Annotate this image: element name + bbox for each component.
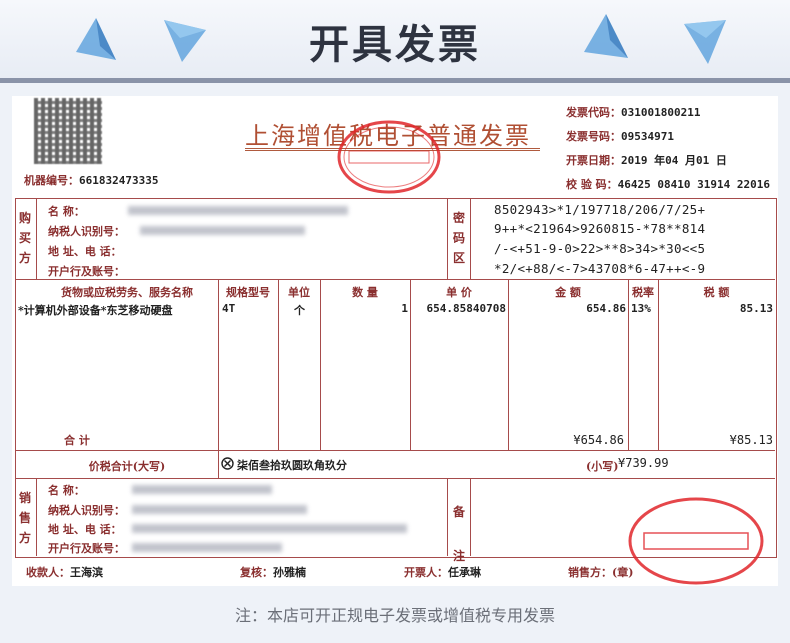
grand-total-small: ¥739.99 [618,456,669,470]
col-header-price: 单 价 [446,286,472,299]
banner-title: 开具发票 [309,22,481,68]
subtotal-tax: ¥85.13 [729,433,773,447]
cipher-line: *2/<+88/<-7>43708*6-47++<-9 [494,261,706,276]
invoice-number: 发票号码：09534971 [566,130,674,143]
col-header-tax: 税 额 [703,286,730,299]
seller-taxid-label: 纳税人识别号： [48,504,125,517]
seller-seal-label: 销售方：(章) [568,566,634,579]
seller-bank-label: 开户行及账号： [48,542,125,555]
item-unit: 个 [294,304,305,317]
col-header-qty: 数 量 [352,286,378,299]
cipher-line: 8502943>*1/197718/206/7/25+ [494,202,706,217]
col-header-unit: 单位 [288,286,310,299]
invoice-date: 开票日期：2019 年04 月01 日 [566,154,727,167]
buyer-side-label: 购买方 [18,211,31,265]
seller-address-label: 地 址、电 话： [48,523,122,536]
grand-total-uppercase: 柒佰叁拾玖圆玖角玖分 [237,459,347,472]
redacted-buyer-name [128,206,348,215]
buyer-bank-label: 开户行及账号： [48,265,125,278]
redacted-buyer-taxid [140,226,305,235]
invoice-code: 发票代码：031001800211 [566,106,701,119]
seller-side-label: 销售方 [18,491,31,545]
grand-total-small-label: (小写) [586,460,619,473]
redacted-seller-taxid [132,505,307,514]
cipher-area-label: 密码区 [452,211,465,265]
redacted-seller-address [132,524,407,533]
seller-name-label: 名 称： [48,484,85,497]
redacted-seller-bank [132,543,282,552]
footer-note: 注：本店可开正规电子发票或增值税专用发票 [234,606,555,625]
item-tax: 85.13 [739,302,773,315]
banner-divider [0,78,790,83]
seller-invoice-stamp [628,497,764,585]
item-qty: 1 [401,302,408,315]
buyer-taxid-label: 纳税人识别号： [48,225,125,238]
buyer-name-label: 名 称： [48,205,85,218]
check-code: 校 验 码：46425 08410 31914 22016 [566,178,770,191]
col-header-amount: 金 额 [555,286,581,299]
grand-total-label: 价税合计(大写) [88,460,166,473]
reviewer: 复核：孙雅楠 [240,566,306,579]
item-rate: 13% [631,302,651,315]
item-amount: 654.86 [586,302,626,315]
buyer-address-label: 地 址、电 话： [48,245,122,258]
redacted-seller-name [132,485,272,494]
item-spec: 4T [222,302,236,315]
qr-code-icon [34,98,102,164]
col-header-name: 货物或应税劳务、服务名称 [61,286,193,299]
payee: 收款人：王海滨 [26,566,103,579]
item-name: *计算机外部设备*东芝移动硬盘 [18,304,173,317]
subtotal-label: 合 计 [64,434,90,447]
cipher-line: 9++*<21964>9260815-*78**814 [494,221,706,236]
col-header-spec: 规格型号 [226,286,270,299]
drawer: 开票人：任承琳 [404,566,481,579]
subtotal-amount: ¥654.86 [573,433,624,447]
col-header-rate: 税率 [632,286,654,299]
cipher-line: /-<+51-9-0>22>**8>34>*30<<5 [494,241,706,256]
circle-x-icon [221,457,234,470]
tax-bureau-stamp [337,120,441,194]
machine-number: 机器编号：661832473335 [24,174,159,187]
item-price: 654.85840708 [426,302,506,315]
